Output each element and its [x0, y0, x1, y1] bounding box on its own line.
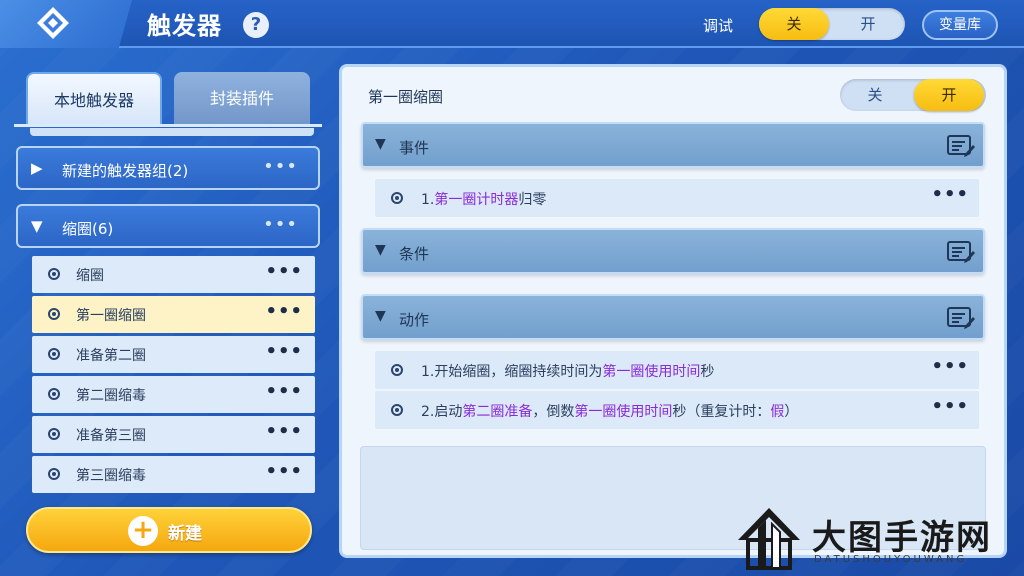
debug-label: 调试 — [703, 17, 734, 35]
item-label: 准备第三圈 — [76, 428, 146, 444]
more-icon[interactable]: ••• — [265, 461, 303, 482]
action-row[interactable]: 1.开始缩圈，缩圈持续时间为第一圈使用时间秒 ••• — [375, 351, 979, 389]
section-event[interactable]: ▼ 事件 — [361, 122, 985, 168]
variable-link[interactable]: 第二圈准备 — [462, 404, 532, 420]
app-logo-icon — [37, 7, 69, 39]
list-item[interactable]: 第二圈缩毒 ••• — [32, 376, 315, 413]
item-label: 第一圈缩圈 — [76, 308, 146, 324]
bullet-icon — [48, 348, 60, 360]
more-icon[interactable]: ••• — [265, 381, 303, 402]
caret-down-icon: ▼ — [375, 308, 386, 324]
bullet-icon — [391, 364, 403, 376]
list-item[interactable]: 第一圈缩圈 ••• — [32, 296, 315, 333]
bullet-icon — [48, 308, 60, 320]
help-icon[interactable]: ? — [243, 12, 269, 38]
list-item[interactable]: 准备第三圈 ••• — [32, 416, 315, 453]
bullet-icon — [48, 388, 60, 400]
text-part: 秒 — [700, 364, 715, 380]
bullet-icon — [48, 268, 60, 280]
variable-library-button[interactable]: 变量库 — [922, 10, 998, 40]
item-label: 第二圈缩毒 — [76, 388, 146, 404]
watermark-text: 大图手游网 — [812, 518, 992, 558]
house-logo-icon — [738, 508, 800, 570]
bullet-icon — [391, 192, 403, 204]
bullet-icon — [391, 404, 403, 416]
text-part: ，倒数 — [532, 404, 575, 420]
debug-toggle[interactable]: 关 开 — [759, 8, 905, 40]
item-label: 第三圈缩毒 — [76, 468, 146, 484]
action-text: 2.启动第二圈准备，倒数第一圈使用时间秒（重复计时：假） — [421, 401, 798, 421]
list-scroll-edge — [30, 128, 314, 136]
watermark-subtext: DATUSHOUYOUWANG — [814, 554, 968, 565]
text-part: 秒（重复计时： — [672, 404, 771, 420]
list-item[interactable]: 缩圈 ••• — [32, 256, 315, 293]
back-button[interactable] — [0, 0, 132, 48]
caret-down-icon: ▼ — [375, 242, 386, 258]
bullet-icon — [48, 428, 60, 440]
edit-list-icon[interactable] — [947, 306, 975, 330]
edit-list-icon[interactable] — [947, 134, 975, 158]
more-icon[interactable]: ••• — [265, 261, 303, 282]
variable-link[interactable]: 第一圈使用时间 — [574, 404, 672, 420]
plus-icon: + — [128, 516, 158, 546]
trigger-title: 第一圈缩圈 — [368, 88, 444, 106]
new-trigger-button[interactable]: + 新建 — [26, 507, 312, 553]
more-icon[interactable]: ••• — [263, 214, 298, 235]
item-label: 准备第二圈 — [76, 348, 146, 364]
more-icon[interactable]: ••• — [931, 356, 969, 377]
bullet-icon — [48, 468, 60, 480]
page-title: 触发器 — [147, 12, 222, 40]
variable-link[interactable]: 第一圈计时器 — [434, 192, 518, 208]
more-icon[interactable]: ••• — [931, 184, 969, 205]
tab-packaged-plugins[interactable]: 封装插件 — [174, 72, 310, 124]
list-item[interactable]: 准备第二圈 ••• — [32, 336, 315, 373]
action-text: 1.开始缩圈，缩圈持续时间为第一圈使用时间秒 — [421, 361, 714, 381]
more-icon[interactable]: ••• — [265, 341, 303, 362]
section-label: 事件 — [399, 139, 430, 157]
group-label: 缩圈(6) — [62, 220, 114, 238]
section-action[interactable]: ▼ 动作 — [361, 294, 985, 340]
trigger-group-new[interactable]: ▶ 新建的触发器组(2) ••• — [16, 146, 320, 190]
more-icon[interactable]: ••• — [263, 156, 298, 177]
event-row[interactable]: 1.第一圈计时器归零 ••• — [375, 179, 979, 217]
caret-down-icon: ▼ — [31, 217, 43, 235]
section-condition[interactable]: ▼ 条件 — [361, 228, 985, 274]
more-icon[interactable]: ••• — [931, 396, 969, 417]
text-part: 1.开始缩圈，缩圈持续时间为 — [421, 364, 603, 380]
debug-toggle-on[interactable]: 开 — [833, 8, 903, 40]
section-label: 条件 — [399, 245, 430, 263]
event-text: 1.第一圈计时器归零 — [421, 189, 546, 209]
item-label: 缩圈 — [76, 268, 104, 284]
caret-down-icon: ▼ — [375, 136, 386, 152]
new-button-label: 新建 — [168, 524, 202, 544]
group-label: 新建的触发器组(2) — [62, 162, 189, 180]
trigger-toggle-off[interactable]: 关 — [840, 79, 910, 111]
edit-list-icon[interactable] — [947, 240, 975, 264]
section-label: 动作 — [399, 311, 430, 329]
text-part: ） — [784, 404, 799, 420]
text-part: 归零 — [518, 192, 547, 208]
variable-link[interactable]: 第一圈使用时间 — [602, 364, 700, 380]
tab-divider — [14, 124, 322, 127]
caret-right-icon: ▶ — [31, 159, 43, 177]
trigger-group-shrink[interactable]: ▼ 缩圈(6) ••• — [16, 204, 320, 248]
top-bar: 触发器 ? 调试 关 开 变量库 — [0, 0, 1024, 48]
more-icon[interactable]: ••• — [265, 421, 303, 442]
action-row[interactable]: 2.启动第二圈准备，倒数第一圈使用时间秒（重复计时：假） ••• — [375, 391, 979, 429]
debug-toggle-off[interactable]: 关 — [759, 8, 829, 40]
tab-local-triggers[interactable]: 本地触发器 — [26, 72, 162, 124]
trigger-enable-toggle[interactable]: 关 开 — [840, 79, 986, 111]
text-part: 2.启动 — [421, 404, 463, 420]
watermark: 大图手游网 DATUSHOUYOUWANG — [736, 506, 1016, 572]
more-icon[interactable]: ••• — [265, 301, 303, 322]
list-item[interactable]: 第三圈缩毒 ••• — [32, 456, 315, 493]
trigger-toggle-on[interactable]: 开 — [914, 79, 984, 111]
text-part: 1. — [421, 192, 435, 208]
variable-link[interactable]: 假 — [770, 404, 784, 420]
